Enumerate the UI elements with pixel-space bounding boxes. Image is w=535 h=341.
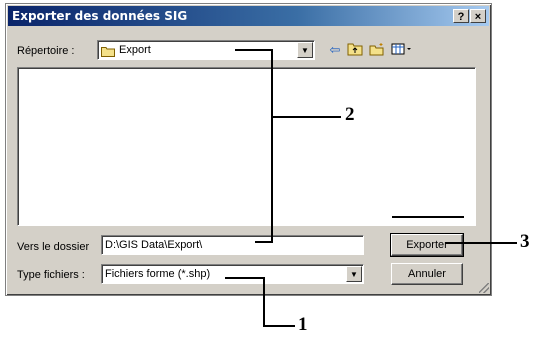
folder-path-value: D:\GIS Data\Export\ bbox=[105, 239, 203, 251]
filetype-label: Type fichiers : bbox=[17, 269, 85, 281]
file-list[interactable] bbox=[17, 67, 476, 226]
view-menu-icon[interactable] bbox=[390, 42, 414, 58]
callout-3-line-top bbox=[392, 216, 464, 218]
callout-1-line-vertical bbox=[263, 277, 265, 327]
up-folder-icon[interactable] bbox=[346, 42, 364, 58]
cancel-button[interactable]: Annuler bbox=[391, 263, 463, 285]
callout-2-line-horizontal bbox=[271, 116, 341, 118]
callout-2-label: 2 bbox=[345, 104, 355, 125]
export-button[interactable]: Exporter bbox=[390, 233, 464, 257]
directory-combo[interactable]: Export ▼ bbox=[97, 40, 315, 60]
filetype-value: Fichiers forme (*.shp) bbox=[105, 268, 211, 280]
callout-3-line bbox=[445, 242, 517, 244]
directory-dropdown-button[interactable]: ▼ bbox=[297, 42, 313, 58]
callout-3-label: 3 bbox=[520, 231, 530, 252]
folder-icon bbox=[101, 44, 115, 57]
callout-1-line-bottom bbox=[263, 325, 295, 327]
filetype-dropdown-button[interactable]: ▼ bbox=[346, 266, 362, 282]
callout-2-line-top bbox=[235, 49, 273, 51]
dialog-title: Exporter des données SIG bbox=[12, 9, 188, 23]
callout-2-line-vertical bbox=[271, 49, 273, 243]
resize-grip[interactable] bbox=[479, 283, 489, 293]
folder-label: Vers le dossier bbox=[17, 241, 90, 253]
new-folder-icon[interactable] bbox=[368, 42, 386, 58]
callout-1-label: 1 bbox=[298, 314, 308, 335]
close-button[interactable]: × bbox=[470, 9, 486, 23]
help-button[interactable]: ? bbox=[453, 9, 469, 23]
directory-label: Répertoire : bbox=[17, 45, 75, 57]
callout-1-line-top bbox=[225, 277, 265, 279]
callout-2-line-bottom bbox=[255, 241, 273, 243]
directory-value: Export bbox=[119, 44, 151, 56]
export-dialog: Exporter des données SIG ? × Répertoire … bbox=[5, 3, 492, 296]
back-arrow-icon[interactable]: ⇦ bbox=[326, 42, 344, 58]
title-bar[interactable]: Exporter des données SIG ? × bbox=[8, 6, 489, 26]
filetype-combo[interactable]: Fichiers forme (*.shp) ▼ bbox=[101, 264, 364, 284]
folder-path-input[interactable]: D:\GIS Data\Export\ bbox=[101, 235, 364, 255]
